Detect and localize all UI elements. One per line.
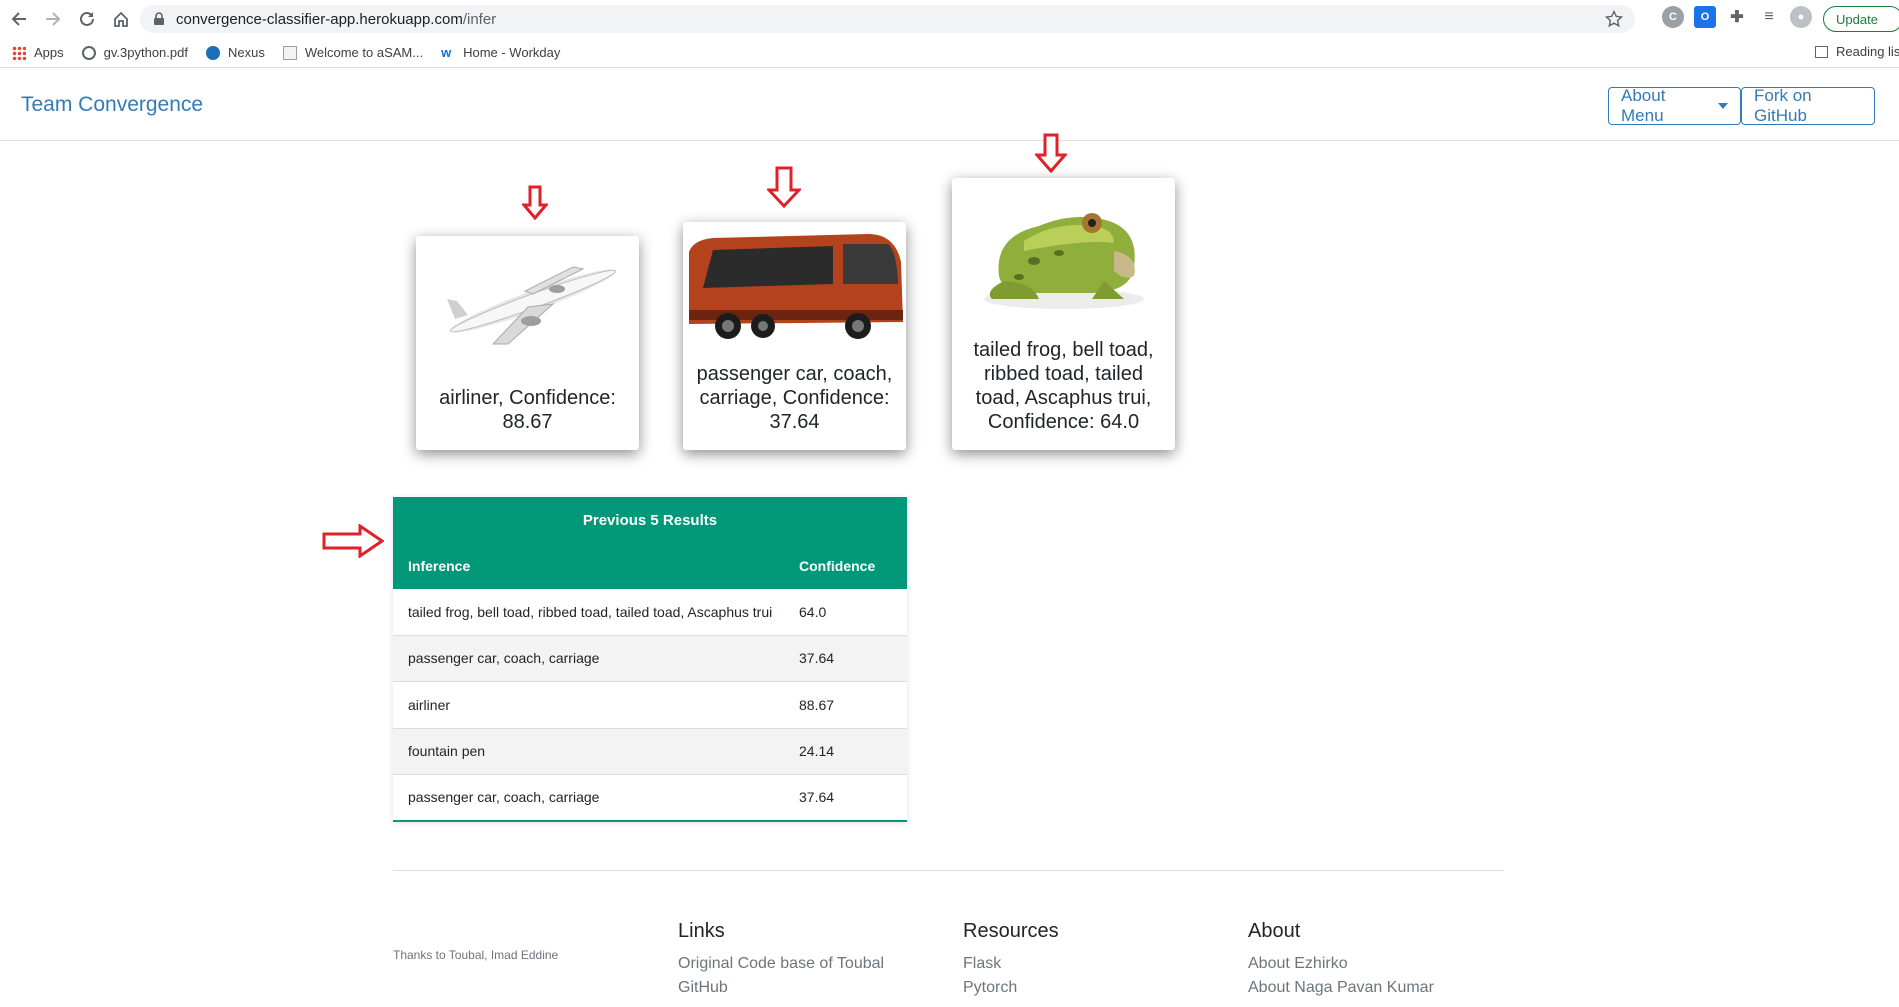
confidence-cell: 37.64 [799,789,835,806]
column-header-row: Inference Confidence [393,543,907,589]
extension-c-icon[interactable]: C [1662,6,1684,28]
red-arrow-down-icon [767,166,801,208]
workday-icon: w [441,44,452,60]
red-arrow-down-icon [1035,133,1067,173]
media-list-icon[interactable]: ≡ [1758,6,1780,28]
table-title: Previous 5 Results [582,511,718,529]
bookmark-label: Apps [34,45,64,60]
about-menu-button[interactable]: About Menu [1608,86,1741,125]
prediction-card: airliner, Confidence: 88.67 [416,236,639,450]
update-button[interactable]: Update [1823,6,1899,32]
bookmark-apps[interactable]: Apps [12,45,64,60]
confidence-cell: 37.64 [799,650,835,667]
red-arrow-down-icon [522,185,548,220]
nexus-icon [205,45,220,60]
prediction-card: passenger car, coach, carriage, Confiden… [683,222,906,450]
reading-list[interactable]: Reading list [1815,44,1899,59]
apps-grid-icon [12,45,26,60]
prediction-card: tailed frog, bell toad, ribbed toad, tai… [952,178,1175,450]
globe-icon [81,45,96,60]
page-icon [282,45,297,60]
about-menu-label: About Menu [1621,86,1666,125]
bus-image [683,222,906,347]
bookmarks-bar: Apps gv.3python.pdf Nexus Welcome to aSA… [0,38,1899,68]
forward-icon[interactable] [36,2,70,36]
red-arrow-right-icon [322,524,384,558]
bookmark-workday[interactable]: w Home - Workday [441,45,560,60]
bookmark-label: gv.3python.pdf [103,45,188,60]
footer-links-column: Links Original Code base of Toubal GitHu… [678,920,884,1000]
table-row: passenger car, coach, carriage 37.64 [393,775,907,822]
frog-image [952,178,1175,324]
footer-thanks: Thanks to Toubal, Imad Eddine [393,948,559,962]
footer-link-original-code[interactable]: Original Code base of Toubal [678,952,884,976]
site-navbar: Team Convergence About Menu Fork on GitH… [0,69,1899,141]
footer-resources-column: Resources Flask Pytorch [963,920,1059,1000]
table-row: airliner 88.67 [393,682,907,729]
reading-list-icon [1815,45,1828,58]
inference-cell: passenger car, coach, carriage [408,650,600,667]
home-icon[interactable] [104,2,138,36]
url-host: convergence-classifier-app.herokuapp.com [176,10,463,28]
table-row: tailed frog, bell toad, ribbed toad, tai… [393,589,907,636]
confidence-cell: 64.0 [799,603,827,620]
back-icon[interactable] [2,2,36,36]
navbar-actions: About Menu Fork on GitHub [1608,86,1875,125]
footer-link-about-ezhirko[interactable]: About Ezhirko [1248,952,1434,976]
inference-cell: passenger car, coach, carriage [408,789,600,806]
browser-toolbar: convergence-classifier-app.herokuapp.com… [0,0,1899,38]
reading-list-label: Reading list [1836,44,1899,59]
reload-icon[interactable] [70,2,104,36]
bookmark-label: Nexus [227,45,265,60]
bookmark-label: Welcome to aSAM... [304,45,424,60]
column-header-confidence: Confidence [799,558,876,574]
brand-link[interactable]: Team Convergence [21,93,203,117]
footer-link-pytorch[interactable]: Pytorch [963,976,1059,1000]
confidence-cell: 24.14 [799,743,835,760]
url-path: /infer [462,10,497,28]
fork-github-button[interactable]: Fork on GitHub [1741,86,1875,125]
footer-link-about-naga[interactable]: About Naga Pavan Kumar [1248,976,1434,1000]
table-header: Previous 5 Results Inference Confidence [393,497,907,589]
extensions-area: C O ✚ ≡ ● [1662,6,1812,28]
bookmark-asam[interactable]: Welcome to aSAM... [282,45,424,60]
table-row: fountain pen 24.14 [393,728,907,775]
profile-avatar-icon[interactable]: ● [1790,6,1812,28]
footer-about-heading: About [1248,920,1301,942]
address-bar[interactable]: convergence-classifier-app.herokuapp.com… [140,5,1635,33]
table-row: passenger car, coach, carriage 37.64 [393,635,907,682]
lock-icon [154,12,164,25]
footer-link-flask[interactable]: Flask [963,952,1059,976]
bookmark-star-icon[interactable] [1605,10,1623,28]
confidence-cell: 88.67 [799,696,835,713]
caret-down-icon [1718,103,1728,109]
outlook-icon[interactable]: O [1694,6,1716,28]
footer-links-heading: Links [678,920,725,942]
column-header-inference: Inference [408,558,471,574]
bookmark-label: Home - Workday [463,45,561,60]
footer-about-column: About About Ezhirko About Naga Pavan Kum… [1248,920,1434,1000]
previous-results-table: Previous 5 Results Inference Confidence … [393,497,907,822]
puzzle-icon[interactable]: ✚ [1726,6,1748,28]
bookmark-nexus[interactable]: Nexus [205,45,265,60]
card-caption: tailed frog, bell toad, ribbed toad, tai… [973,339,1154,433]
card-caption: airliner, Confidence: 88.67 [439,387,616,433]
airliner-image [416,236,639,361]
footer-divider [393,870,1504,871]
card-caption: passenger car, coach, carriage, Confiden… [696,363,893,433]
footer-link-github[interactable]: GitHub [678,976,884,1000]
inference-cell: tailed frog, bell toad, ribbed toad, tai… [408,603,773,620]
inference-cell: airliner [408,696,451,713]
bookmark-gv-python[interactable]: gv.3python.pdf [81,45,188,60]
footer-resources-heading: Resources [963,920,1059,942]
inference-cell: fountain pen [408,743,486,760]
